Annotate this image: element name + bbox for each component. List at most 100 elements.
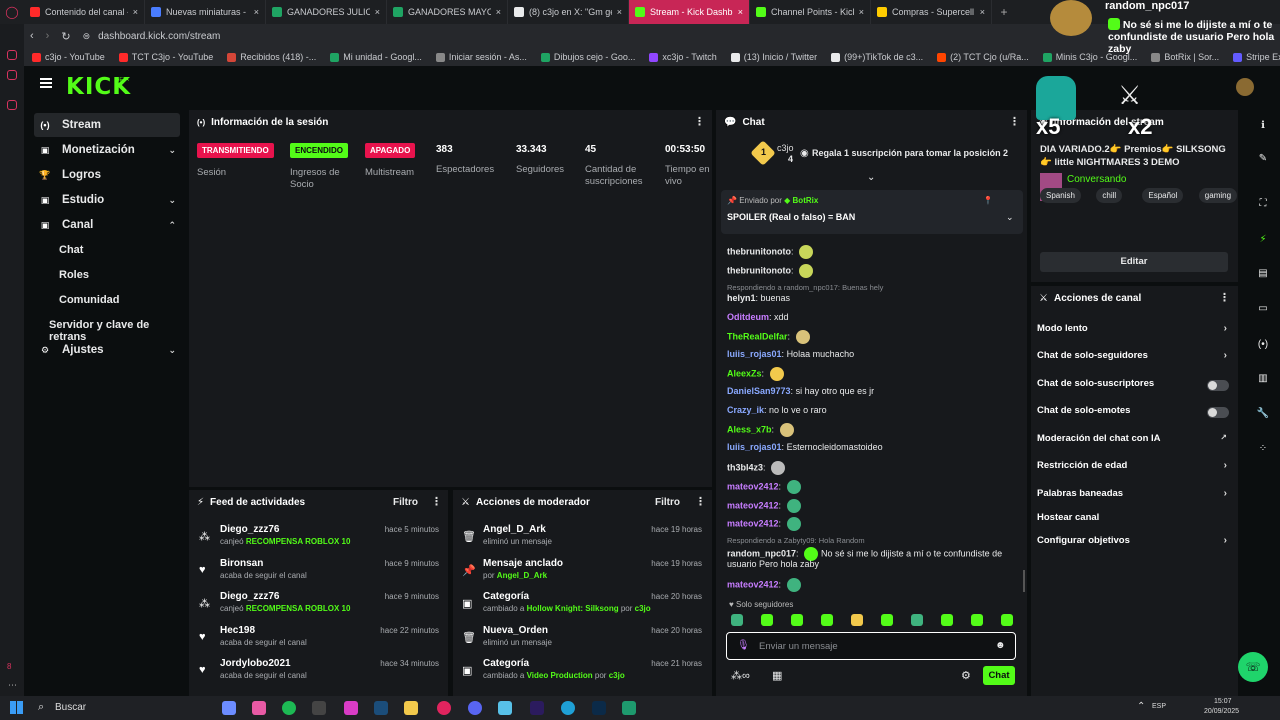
chat-reply-context[interactable]: Respondiendo a Zabyty09: Hola Random [727, 536, 865, 545]
chat-username[interactable]: AleexZs [727, 368, 762, 378]
feed-item[interactable]: ⁂ Diego_zzz76 canjeó RECOMPENSA ROBLOX 10 h… [199, 524, 439, 554]
channel-action-item[interactable]: Configurar objetivos › [1037, 535, 1229, 551]
tools-icon[interactable]: ▥ [1256, 373, 1270, 387]
channel-actions-menu-icon[interactable]: ⋮ [1219, 291, 1230, 304]
chat-username[interactable]: random_npc017 [727, 548, 796, 558]
channel-action-item[interactable]: Hostear canal [1037, 512, 1229, 528]
channel-action-item[interactable]: Chat de solo-seguidores › [1037, 350, 1229, 366]
feed-user[interactable]: Jordylobo2021 [220, 658, 291, 669]
chat-username[interactable]: thebrunitonoto [727, 265, 791, 275]
close-tab-icon[interactable]: × [375, 7, 380, 17]
discord-icon[interactable] [468, 701, 482, 715]
bookmark-item[interactable]: (99+)TikTok de c3... [831, 52, 923, 62]
collapse-icon[interactable]: ⌄ [867, 172, 875, 183]
stream-tag[interactable]: chill [1096, 188, 1123, 203]
wrench-icon[interactable]: 🔧 [1256, 408, 1270, 422]
quick-emote-icon[interactable] [911, 614, 923, 626]
sidebar-item-stream-key[interactable]: Servidor y clave de retrans [49, 319, 186, 343]
spotify-icon[interactable] [282, 701, 296, 715]
browser-tab[interactable]: Stream - Kick Dashb × [629, 0, 750, 24]
chat-message[interactable]: TheRealDelfar: [727, 330, 813, 344]
mod-action-item[interactable]: ▣ Categoría cambiado a Video Production po… [462, 658, 702, 688]
forward-icon[interactable]: › [46, 30, 50, 42]
broadcast-icon[interactable]: (•) [1256, 339, 1270, 353]
browser-tab[interactable]: Nuevas miniaturas - Doc × [145, 0, 266, 24]
bookmark-item[interactable]: Recibidos (418) -... [227, 52, 316, 62]
premiere-icon[interactable] [530, 701, 544, 715]
app-icon[interactable] [344, 701, 358, 715]
feed-filter-button[interactable]: Filtro [393, 497, 418, 508]
chat-message[interactable]: mateov2412: [727, 578, 804, 592]
grid-icon[interactable]: ⁘ [1256, 443, 1270, 457]
channel-action-item[interactable]: Chat de solo-emotes [1037, 405, 1229, 421]
feed-user[interactable]: Hec198 [220, 625, 255, 636]
chat-scrollbar[interactable] [1023, 570, 1025, 592]
close-tab-icon[interactable]: × [254, 7, 259, 17]
kick-app-icon[interactable] [622, 701, 636, 715]
chat-username[interactable]: mateov2412 [727, 579, 779, 589]
bookmark-item[interactable]: Dibujos cejo - Goo... [540, 52, 635, 62]
chat-username[interactable]: Crazy_ik [727, 405, 764, 415]
sidebar-item-estudio[interactable]: ▣ Estudio ⌄ [34, 188, 180, 212]
category-name[interactable]: Conversando [1067, 174, 1126, 185]
mod-action-item[interactable]: ▣ Categoría cambiado a Hollow Knight: Silk… [462, 591, 702, 621]
toggle-switch[interactable] [1207, 407, 1229, 418]
chat-username[interactable]: luiis_rojas01 [727, 349, 782, 359]
pencil-icon[interactable]: ✎ [1256, 153, 1270, 167]
channel-action-item[interactable]: Moderación del chat con IA ↗ [1037, 433, 1229, 449]
notes-icon[interactable]: ▤ [1256, 268, 1270, 282]
windows-start-icon[interactable] [10, 701, 23, 714]
sidebar-item-canal[interactable]: ▣ Canal ⌃ [34, 213, 180, 237]
sidebar-subitem[interactable]: Roles [59, 269, 89, 281]
stream-tag[interactable]: Español [1142, 188, 1184, 203]
quick-emote-icon[interactable] [881, 614, 893, 626]
taskbar-search-icon[interactable]: ⌕ [38, 701, 44, 714]
sidebar-subitem[interactable]: Comunidad [59, 294, 120, 306]
quick-emote-icon[interactable] [761, 614, 773, 626]
tray-time[interactable]: 15:07 [1214, 698, 1232, 705]
chat-message[interactable]: luiis_rojas01: Esternocleidomastoideo [727, 442, 883, 452]
chat-username[interactable]: th3bl4z3 [727, 462, 763, 472]
strip-menu-icon[interactable]: ⋯ [8, 680, 17, 691]
hamburger-icon[interactable] [40, 78, 52, 88]
channel-action-item[interactable]: Chat de solo-suscriptores [1037, 378, 1229, 394]
mic-icon[interactable]: 🎙 [737, 640, 750, 651]
bolt-icon[interactable]: ⚡ [1256, 234, 1270, 248]
quick-emote-icon[interactable] [971, 614, 983, 626]
quick-emote-icon[interactable] [731, 614, 743, 626]
photoshop-icon[interactable] [592, 701, 606, 715]
tray-expand-icon[interactable]: ⌃ [1137, 701, 1145, 712]
channel-action-item[interactable]: Palabras baneadas › [1037, 488, 1229, 504]
quick-emote-icon[interactable] [851, 614, 863, 626]
chat-username[interactable]: DanielSan9773 [727, 386, 791, 396]
browser-tab[interactable]: (8) c3jo en X: "Gm gente × [508, 0, 629, 24]
feed-item[interactable]: ♥ Bironsan acaba de seguir el canal hace 9 … [199, 558, 439, 588]
bookmark-item[interactable]: c3jo - YouTube [32, 52, 105, 62]
feed-user[interactable]: Diego_zzz76 [220, 591, 279, 602]
quick-emote-icon[interactable] [1001, 614, 1013, 626]
copilot-icon[interactable] [222, 701, 236, 715]
chat-message[interactable]: th3bl4z3: [727, 461, 788, 475]
points-icon[interactable]: ⁂∞ [731, 669, 750, 682]
chat-username[interactable]: Oditdeum [727, 312, 769, 322]
chat-message[interactable]: mateov2412: [727, 480, 804, 494]
browser-tab[interactable]: GANADORES MAYO/JUN × [387, 0, 508, 24]
browser-tab[interactable]: Channel Points - Kick Da × [750, 0, 871, 24]
new-tab-button[interactable]: + [996, 4, 1012, 20]
mod-menu-icon[interactable]: ⋮ [695, 495, 706, 508]
feed-item[interactable]: ♥ Hec198 acaba de seguir el canal hace 22 m… [199, 625, 439, 655]
quick-emote-icon[interactable] [791, 614, 803, 626]
user-avatar[interactable] [1236, 78, 1254, 96]
close-tab-icon[interactable]: × [738, 7, 743, 17]
bookmark-item[interactable]: xc3jo - Twitch [649, 52, 717, 62]
sidebar-item-monetización[interactable]: ▣ Monetización ⌄ [34, 138, 180, 162]
app-icon[interactable] [498, 701, 512, 715]
chat-username[interactable]: thebrunitonoto [727, 246, 791, 256]
close-tab-icon[interactable]: × [617, 7, 622, 17]
chat-message[interactable]: thebrunitonoto: [727, 245, 816, 259]
session-menu-icon[interactable]: ⋮ [694, 115, 705, 128]
mod-action-item[interactable]: 🗑 Angel_D_Ark eliminó un mensaje hace 19 ho… [462, 524, 702, 554]
taskbar-search-label[interactable]: Buscar [55, 702, 86, 713]
close-tab-icon[interactable]: × [133, 7, 138, 17]
bookmark-item[interactable]: TCT C3jo - YouTube [118, 52, 213, 62]
